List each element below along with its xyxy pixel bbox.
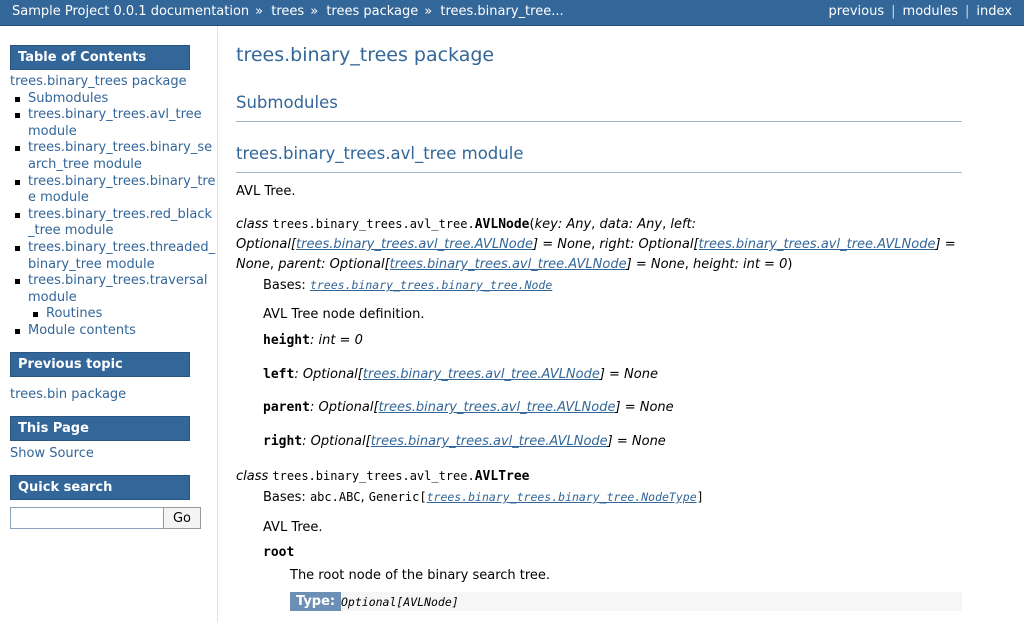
toc-item-binary-search-tree[interactable]: trees.binary_trees.binary_se arch_tree mo… (10, 140, 212, 173)
avlnode-class-name: AVLNode (474, 217, 530, 232)
toc-item-red-black-tree[interactable]: trees.binary_trees.red_black _tree module (10, 207, 212, 240)
type-field-value: Optional[AVLNode] (341, 595, 459, 609)
breadcrumb-current[interactable]: trees.binary_tree... (440, 4, 563, 19)
bullet-icon (15, 146, 20, 152)
sidebar: Table of Contents trees.binary_trees pac… (0, 26, 218, 622)
toc-item-traversal[interactable]: trees.binary_trees.traversal module (10, 273, 208, 306)
breadcrumb-separator: » (310, 4, 319, 19)
search-input[interactable] (10, 507, 164, 529)
this-page-heading: This Page (10, 416, 190, 441)
previous-topic-heading: Previous topic (10, 352, 190, 377)
toc-root-link[interactable]: trees.binary_trees package (10, 74, 187, 89)
bullet-icon (15, 279, 20, 285)
previous-topic-link[interactable]: trees.bin package (10, 387, 126, 402)
attr-type-link[interactable]: trees.binary_trees.avl_tree.AVLNode (379, 400, 616, 415)
avlnode-type-link[interactable]: trees.binary_trees.avl_tree.AVLNode (296, 237, 533, 252)
attr-type-link[interactable]: trees.binary_trees.avl_tree.AVLNode (371, 434, 608, 449)
avlnode-type-link[interactable]: trees.binary_trees.avl_tree.AVLNode (699, 237, 936, 252)
bases-node-link[interactable]: trees.binary_trees.binary_tree.Node (310, 278, 552, 292)
show-source-link[interactable]: Show Source (10, 446, 94, 461)
breadcrumb: Sample Project 0.0.1 documentation » tree… (12, 4, 564, 19)
avlnode-bases: Bases: trees.binary_trees.binary_tree.No… (263, 278, 553, 293)
bullet-icon (15, 328, 20, 334)
toc-item-threaded-binary-tree[interactable]: trees.binary_trees.threaded_ binary_tree … (10, 240, 215, 273)
root-description: The root node of the binary search tree. (290, 568, 551, 583)
bullet-icon (15, 212, 20, 218)
toc-item-binary-tree[interactable]: trees.binary_trees.binary_tre e module (10, 174, 215, 207)
top-navigation-bar: Sample Project 0.0.1 documentation » tree… (0, 0, 1024, 26)
bullet-icon (15, 113, 20, 119)
avlnode-description: AVL Tree node definition. (263, 307, 425, 322)
attr-left: left: Optional[trees.binary_trees.avl_tr… (263, 367, 658, 382)
table-of-contents: trees.binary_trees package Submodules tr… (10, 74, 215, 340)
bullet-icon (15, 245, 20, 251)
attr-right: right: Optional[trees.binary_trees.avl_t… (263, 434, 666, 449)
avl-tree-module-heading: trees.binary_trees.avl_tree module (236, 144, 962, 173)
bullet-icon (15, 179, 20, 185)
go-button[interactable]: Go (163, 507, 201, 529)
toc-heading: Table of Contents (10, 45, 190, 70)
breadcrumb-project[interactable]: Sample Project 0.0.1 documentation (12, 4, 249, 19)
attr-parent: parent: Optional[trees.binary_trees.avl_… (263, 400, 674, 415)
breadcrumb-trees[interactable]: trees (271, 4, 304, 19)
avlnode-signature: class trees.binary_trees.avl_tree.AVLNod… (236, 217, 956, 272)
page-title: trees.binary_trees package (236, 44, 495, 66)
link-separator: | (965, 4, 970, 19)
link-separator: | (891, 4, 896, 19)
attr-height: height: int = 0 (263, 333, 363, 348)
toc-item-module-contents[interactable]: Module contents (10, 323, 205, 340)
breadcrumb-separator: » (424, 4, 433, 19)
avlnode-type-link[interactable]: trees.binary_trees.avl_tree.AVLNode (390, 257, 627, 272)
bases-nodetype-link[interactable]: trees.binary_trees.binary_tree.NodeType (427, 490, 697, 504)
submodules-heading: Submodules (236, 93, 962, 122)
bullet-icon (15, 96, 20, 102)
type-field-label: Type: (290, 592, 342, 611)
avltree-class-name: AVLTree (474, 469, 530, 484)
previous-link[interactable]: previous (829, 4, 885, 19)
toc-item-avl-tree[interactable]: trees.binary_trees.avl_tree module (10, 107, 205, 140)
toc-item-routines[interactable]: Routines (10, 306, 205, 323)
avltree-description: AVL Tree. (263, 520, 323, 535)
module-description: AVL Tree. (236, 184, 296, 199)
related-links: previous | modules | index (829, 4, 1012, 19)
avltree-bases: Bases: abc.ABC, Generic[trees.binary_tre… (263, 490, 704, 505)
index-link[interactable]: index (976, 4, 1012, 19)
breadcrumb-separator: » (255, 4, 264, 19)
avltree-signature: class trees.binary_trees.avl_tree.AVLTre… (236, 469, 530, 484)
field-list-type: Type: Optional[AVLNode] (290, 592, 962, 611)
attr-root: root (263, 545, 295, 560)
attr-type-link[interactable]: trees.binary_trees.avl_tree.AVLNode (363, 367, 600, 382)
quick-search-heading: Quick search (10, 475, 190, 500)
bullet-icon (33, 312, 38, 318)
toc-item-submodules[interactable]: Submodules (10, 91, 205, 108)
breadcrumb-trees-package[interactable]: trees package (326, 4, 418, 19)
modules-link[interactable]: modules (903, 4, 959, 19)
quick-search-form: Go (10, 507, 201, 529)
